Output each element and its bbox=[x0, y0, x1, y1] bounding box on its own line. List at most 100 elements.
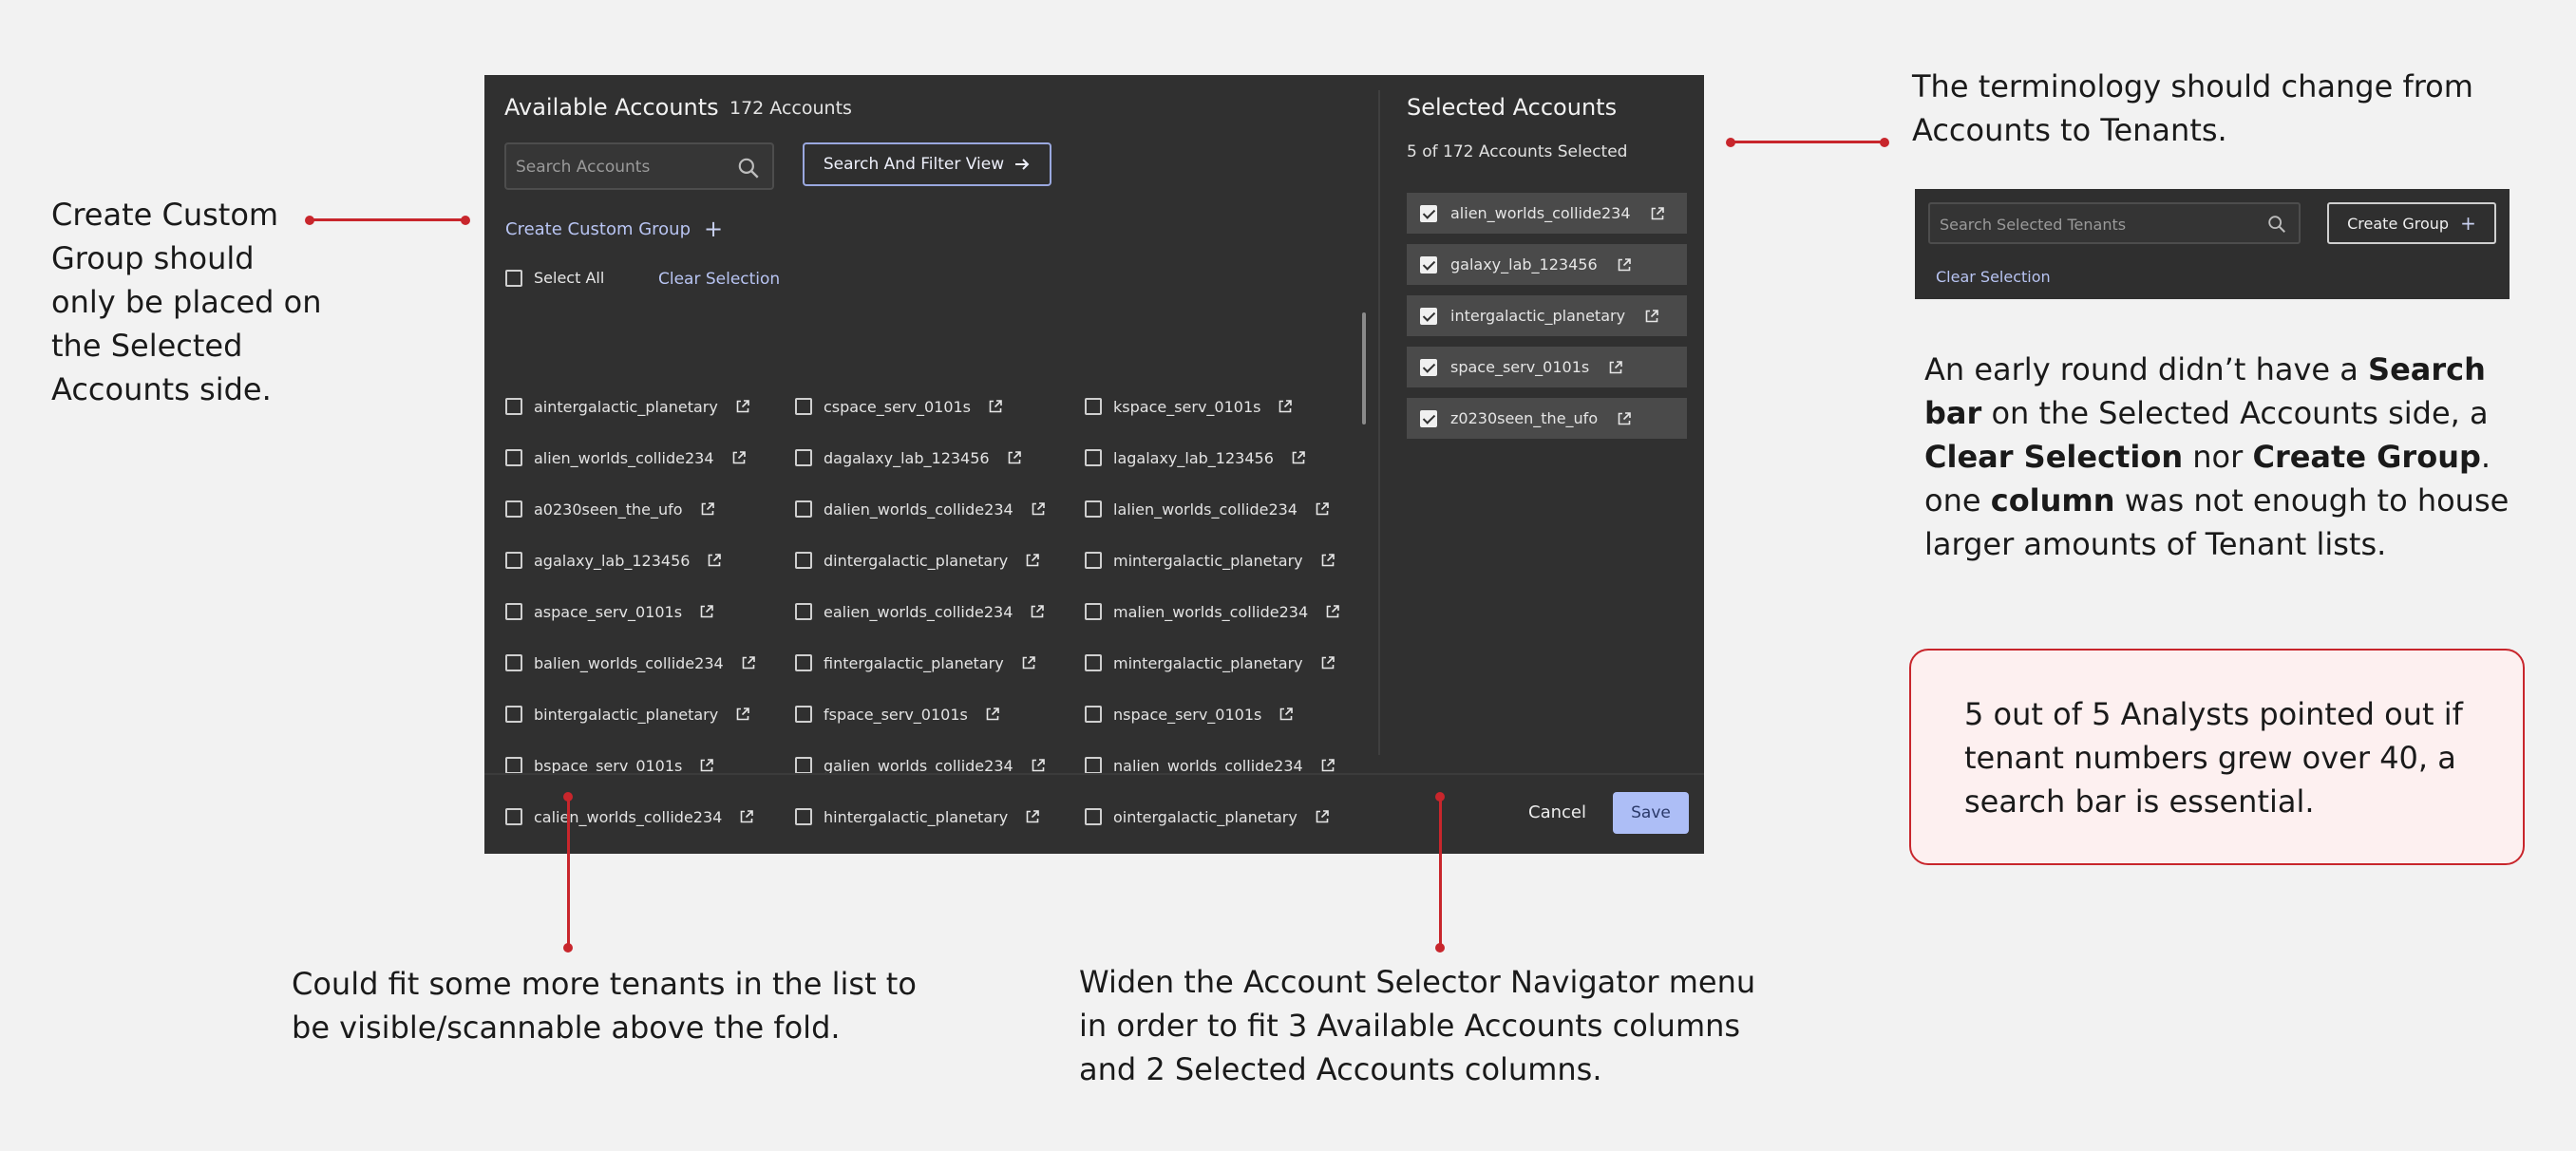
search-selected-tenants-input[interactable] bbox=[1940, 214, 2253, 235]
checkbox[interactable] bbox=[795, 603, 812, 620]
selected-account-item[interactable]: z0230seen_the_ufo bbox=[1407, 398, 1687, 439]
checkbox[interactable] bbox=[505, 500, 522, 518]
account-list-item[interactable]: agalaxy_lab_123456 bbox=[505, 535, 756, 586]
checkbox[interactable] bbox=[505, 603, 522, 620]
checkbox-checked[interactable] bbox=[1420, 358, 1437, 376]
external-link-icon[interactable] bbox=[1617, 411, 1632, 426]
search-and-filter-view-button[interactable]: Search And Filter View bbox=[803, 142, 1051, 186]
search-selected-tenants-field[interactable] bbox=[1928, 202, 2301, 244]
external-link-icon[interactable] bbox=[735, 707, 750, 722]
checkbox[interactable] bbox=[505, 398, 522, 415]
select-all-checkbox[interactable]: Select All bbox=[505, 269, 604, 287]
checkbox[interactable] bbox=[505, 706, 522, 723]
checkbox[interactable] bbox=[1085, 706, 1102, 723]
external-link-icon[interactable] bbox=[985, 707, 1000, 722]
external-link-icon[interactable] bbox=[1007, 450, 1022, 465]
search-accounts-field[interactable] bbox=[504, 142, 774, 190]
checkbox-checked[interactable] bbox=[1420, 255, 1437, 274]
account-list-item[interactable]: mintergalactic_planetary bbox=[1085, 535, 1340, 586]
checkbox[interactable] bbox=[505, 808, 522, 825]
search-accounts-input[interactable] bbox=[516, 156, 725, 179]
checkbox[interactable] bbox=[1085, 449, 1102, 466]
save-button[interactable]: Save bbox=[1613, 792, 1689, 834]
external-link-icon[interactable] bbox=[1025, 809, 1040, 824]
external-link-icon[interactable] bbox=[1278, 399, 1293, 414]
checkbox-checked[interactable] bbox=[1420, 307, 1437, 325]
selected-account-item[interactable]: galaxy_lab_123456 bbox=[1407, 244, 1687, 285]
checkbox[interactable] bbox=[505, 757, 522, 774]
account-list-item[interactable]: kspace_serv_0101s bbox=[1085, 381, 1340, 432]
external-link-icon[interactable] bbox=[1315, 809, 1330, 824]
accounts-scrollbar[interactable] bbox=[1362, 312, 1366, 425]
checkbox[interactable] bbox=[795, 808, 812, 825]
account-list-item[interactable]: lagalaxy_lab_123456 bbox=[1085, 432, 1340, 483]
external-link-icon[interactable] bbox=[1315, 501, 1330, 517]
checkbox[interactable] bbox=[795, 398, 812, 415]
account-list-item[interactable]: calien_worlds_collide234 bbox=[505, 791, 756, 842]
external-link-icon[interactable] bbox=[741, 655, 756, 670]
external-link-icon[interactable] bbox=[1291, 450, 1306, 465]
clear-selection-link[interactable]: Clear Selection bbox=[1936, 268, 2051, 286]
external-link-icon[interactable] bbox=[699, 758, 714, 773]
checkbox[interactable] bbox=[505, 552, 522, 569]
account-list-item[interactable]: malien_worlds_collide234 bbox=[1085, 586, 1340, 637]
account-list-item[interactable]: hintergalactic_planetary bbox=[795, 791, 1046, 842]
external-link-icon[interactable] bbox=[1650, 206, 1665, 221]
checkbox[interactable] bbox=[1085, 398, 1102, 415]
external-link-icon[interactable] bbox=[988, 399, 1003, 414]
account-list-item[interactable]: nalien_worlds_collide234 bbox=[1085, 740, 1340, 791]
checkbox[interactable] bbox=[1085, 757, 1102, 774]
checkbox[interactable] bbox=[505, 269, 522, 287]
external-link-icon[interactable] bbox=[1325, 604, 1340, 619]
checkbox[interactable] bbox=[1085, 500, 1102, 518]
external-link-icon[interactable] bbox=[1021, 655, 1036, 670]
account-list-item[interactable]: bintergalactic_planetary bbox=[505, 689, 756, 740]
account-list-item[interactable]: lalien_worlds_collide234 bbox=[1085, 483, 1340, 535]
account-list-item[interactable]: fintergalactic_planetary bbox=[795, 637, 1046, 689]
external-link-icon[interactable] bbox=[1030, 604, 1045, 619]
checkbox[interactable] bbox=[1085, 552, 1102, 569]
account-list-item[interactable]: dalien_worlds_collide234 bbox=[795, 483, 1046, 535]
checkbox[interactable] bbox=[1085, 654, 1102, 671]
external-link-icon[interactable] bbox=[707, 553, 722, 568]
checkbox-checked[interactable] bbox=[1420, 204, 1437, 222]
account-list-item[interactable]: ointergalactic_planetary bbox=[1085, 791, 1340, 842]
selected-account-item[interactable]: alien_worlds_collide234 bbox=[1407, 193, 1687, 234]
account-list-item[interactable]: ealien_worlds_collide234 bbox=[795, 586, 1046, 637]
account-list-item[interactable]: a0230seen_the_ufo bbox=[505, 483, 756, 535]
checkbox[interactable] bbox=[505, 654, 522, 671]
checkbox[interactable] bbox=[795, 757, 812, 774]
cancel-button[interactable]: Cancel bbox=[1528, 802, 1586, 822]
external-link-icon[interactable] bbox=[1025, 553, 1040, 568]
selected-account-item[interactable]: intergalactic_planetary bbox=[1407, 295, 1687, 336]
create-group-button[interactable]: Create Group + bbox=[2327, 202, 2496, 244]
account-list-item[interactable]: aspace_serv_0101s bbox=[505, 586, 756, 637]
account-list-item[interactable]: dagalaxy_lab_123456 bbox=[795, 432, 1046, 483]
search-icon[interactable] bbox=[2266, 214, 2287, 235]
external-link-icon[interactable] bbox=[1644, 309, 1659, 324]
account-list-item[interactable]: cspace_serv_0101s bbox=[795, 381, 1046, 432]
checkbox[interactable] bbox=[795, 654, 812, 671]
checkbox[interactable] bbox=[1085, 603, 1102, 620]
external-link-icon[interactable] bbox=[1617, 257, 1632, 273]
external-link-icon[interactable] bbox=[699, 604, 714, 619]
checkbox[interactable] bbox=[795, 449, 812, 466]
account-list-item[interactable]: bspace_serv_0101s bbox=[505, 740, 756, 791]
selected-account-item[interactable]: space_serv_0101s bbox=[1407, 347, 1687, 387]
checkbox-checked[interactable] bbox=[1420, 409, 1437, 427]
checkbox[interactable] bbox=[505, 449, 522, 466]
account-list-item[interactable]: alien_worlds_collide234 bbox=[505, 432, 756, 483]
account-list-item[interactable]: mintergalactic_planetary bbox=[1085, 637, 1340, 689]
account-list-item[interactable]: galien_worlds_collide234 bbox=[795, 740, 1046, 791]
external-link-icon[interactable] bbox=[700, 501, 715, 517]
account-list-item[interactable]: aintergalactic_planetary bbox=[505, 381, 756, 432]
checkbox[interactable] bbox=[795, 706, 812, 723]
external-link-icon[interactable] bbox=[1608, 360, 1623, 375]
external-link-icon[interactable] bbox=[739, 809, 754, 824]
account-list-item[interactable]: balien_worlds_collide234 bbox=[505, 637, 756, 689]
external-link-icon[interactable] bbox=[735, 399, 750, 414]
search-icon[interactable] bbox=[736, 156, 761, 180]
checkbox[interactable] bbox=[1085, 808, 1102, 825]
external-link-icon[interactable] bbox=[1279, 707, 1294, 722]
account-list-item[interactable]: nspace_serv_0101s bbox=[1085, 689, 1340, 740]
